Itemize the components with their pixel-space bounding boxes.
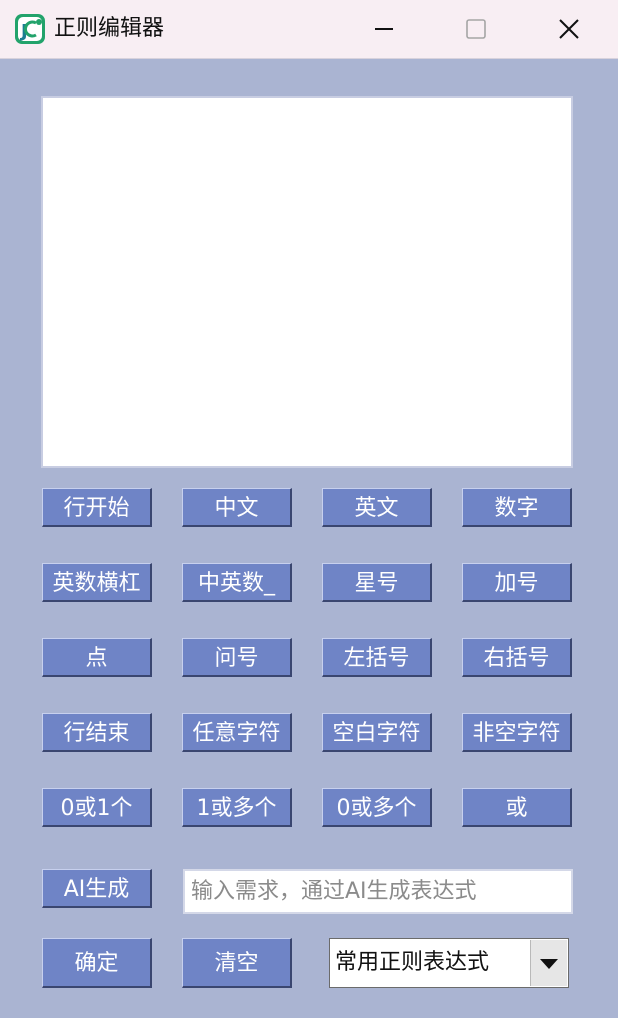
regex-editor-window: J 正则编辑器 行开始 中文 英文 数字 英数横杠 中英数_ 星号 加号 点 问… xyxy=(0,0,618,1018)
any-char-button[interactable]: 任意字符 xyxy=(182,713,292,752)
title-bar[interactable]: J 正则编辑器 xyxy=(0,0,618,59)
question-mark-button[interactable]: 问号 xyxy=(182,638,292,677)
alnum-dash-button[interactable]: 英数横杠 xyxy=(42,563,152,602)
maximize-icon xyxy=(466,19,486,39)
minimize-button[interactable] xyxy=(361,8,407,50)
preset-regex-selected: 常用正则表达式 xyxy=(335,950,490,975)
zero-or-one-button[interactable]: 0或1个 xyxy=(42,788,152,827)
preset-regex-select[interactable]: 常用正则表达式 xyxy=(329,938,569,988)
whitespace-button[interactable]: 空白字符 xyxy=(322,713,432,752)
zero-or-more-button[interactable]: 0或多个 xyxy=(322,788,432,827)
asterisk-button[interactable]: 星号 xyxy=(322,563,432,602)
line-start-button[interactable]: 行开始 xyxy=(42,488,152,527)
triangle-down-icon xyxy=(540,959,558,969)
dot-button[interactable]: 点 xyxy=(42,638,152,677)
select-dropdown-button[interactable] xyxy=(530,940,567,986)
left-paren-button[interactable]: 左括号 xyxy=(322,638,432,677)
plus-button[interactable]: 加号 xyxy=(462,563,572,602)
minimize-icon xyxy=(375,28,393,30)
one-or-more-button[interactable]: 1或多个 xyxy=(182,788,292,827)
close-button[interactable] xyxy=(546,8,592,50)
english-button[interactable]: 英文 xyxy=(322,488,432,527)
ai-generate-button[interactable]: AI生成 xyxy=(42,869,152,908)
maximize-button[interactable] xyxy=(453,8,499,50)
window-title: 正则编辑器 xyxy=(54,16,165,41)
non-whitespace-button[interactable]: 非空字符 xyxy=(462,713,572,752)
close-icon xyxy=(559,19,579,39)
chinese-button[interactable]: 中文 xyxy=(182,488,292,527)
line-end-button[interactable]: 行结束 xyxy=(42,713,152,752)
cjk-alnum-underscore-button[interactable]: 中英数_ xyxy=(182,563,292,602)
clear-button[interactable]: 清空 xyxy=(182,938,292,988)
right-paren-button[interactable]: 右括号 xyxy=(462,638,572,677)
digit-button[interactable]: 数字 xyxy=(462,488,572,527)
ai-prompt-input[interactable] xyxy=(183,869,573,914)
or-button[interactable]: 或 xyxy=(462,788,572,827)
confirm-button[interactable]: 确定 xyxy=(42,938,152,988)
app-logo-icon: J xyxy=(15,14,45,44)
regex-text-area[interactable] xyxy=(41,96,573,468)
